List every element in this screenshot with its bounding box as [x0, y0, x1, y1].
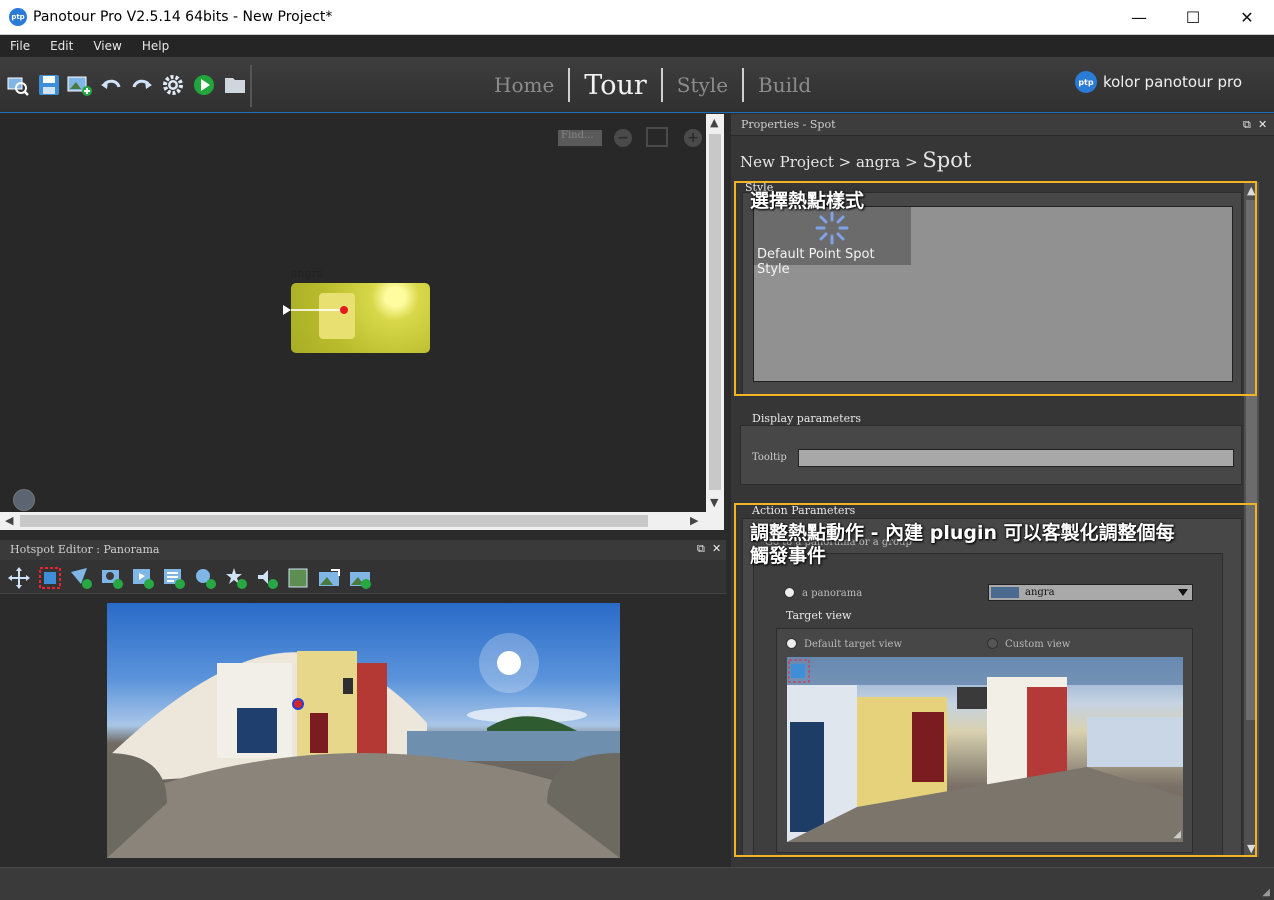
breadcrumb-current: Spot [922, 148, 972, 172]
hotspot-toolbar [0, 560, 726, 594]
folder-icon[interactable] [221, 71, 248, 98]
zoom-out-icon[interactable]: − [614, 129, 632, 147]
node-label: angra [291, 267, 324, 280]
tour-graph-canvas[interactable]: Find... − + angra [0, 114, 706, 512]
undock-icon[interactable]: ⧉ [697, 542, 705, 556]
menu-edit[interactable]: Edit [40, 39, 83, 53]
action-annotation-text-2: 觸發事件 [750, 545, 827, 567]
style-annotation-text: 選擇熱點樣式 [750, 190, 865, 212]
add-text-spot-icon[interactable] [161, 566, 187, 590]
search-panorama-icon[interactable] [4, 71, 31, 98]
scroll-left-icon[interactable]: ◀ [5, 514, 13, 527]
style-annotation-box [734, 181, 1257, 396]
panel-close-icon[interactable]: ✕ [712, 542, 721, 555]
properties-title: Properties - Spot [741, 118, 836, 131]
find-input[interactable]: Find... [558, 130, 602, 146]
add-photo-spot-icon[interactable] [99, 566, 125, 590]
app-logo-icon: ptp [9, 8, 27, 26]
tab-home[interactable]: Home [480, 73, 568, 97]
add-video-spot-icon[interactable] [130, 566, 156, 590]
play-icon[interactable] [190, 71, 217, 98]
add-polygon-spot-icon[interactable] [285, 566, 311, 590]
hotspot-editor-canvas[interactable] [0, 595, 726, 867]
display-group-label: Display parameters [752, 412, 862, 425]
zoom-in-icon[interactable]: + [684, 129, 702, 147]
undock-icon[interactable]: ⧉ [1243, 118, 1251, 132]
window-title: Panotour Pro V2.5.14 64bits - New Projec… [33, 9, 333, 25]
panel-close-icon[interactable]: ✕ [1258, 118, 1267, 131]
action-annotation-text-1: 調整熱點動作 - 內建 plugin 可以客製化調整個每 [750, 522, 1175, 544]
hotspot-editor-header: Hotspot Editor : Panorama ⧉ ✕ [0, 540, 726, 560]
scroll-right-icon[interactable]: ▶ [690, 514, 698, 527]
tab-style[interactable]: Style [663, 73, 742, 97]
breadcrumb-project[interactable]: New Project [740, 153, 834, 171]
toolbar-divider [250, 65, 252, 107]
menu-file[interactable]: File [0, 39, 40, 53]
add-point-spot-icon[interactable] [68, 566, 94, 590]
display-parameters-group: Tooltip [740, 425, 1242, 485]
undo-icon[interactable] [97, 71, 124, 98]
spot-marker[interactable] [340, 306, 348, 314]
save-icon[interactable] [35, 71, 62, 98]
kolor-logo-icon: ptp [1074, 71, 1097, 93]
node-thumbnail [319, 293, 355, 339]
workflow-tabs: Home Tour Style Build [480, 65, 825, 105]
brand: ptp kolor panotour pro [1074, 71, 1242, 93]
panorama-image[interactable] [107, 603, 620, 858]
breadcrumb: New Project > angra > Spot [740, 148, 971, 172]
graph-vertical-scrollbar[interactable]: ▲ ▼ [706, 114, 724, 512]
menu-bar: File Edit View Help [0, 35, 1274, 57]
move-select-icon[interactable] [6, 566, 32, 590]
maximize-button[interactable]: ☐ [1166, 0, 1220, 35]
tooltip-label: Tooltip [752, 452, 787, 463]
main-toolbar: Home Tour Style Build ptp kolor panotour… [0, 57, 1274, 113]
select-rectangle-icon[interactable] [37, 566, 63, 590]
start-arrow-icon [283, 305, 291, 315]
add-panorama-link-icon[interactable] [316, 566, 342, 590]
add-sound-spot-icon[interactable] [254, 566, 280, 590]
link-line [291, 309, 343, 311]
export-icon[interactable] [347, 566, 373, 590]
menu-view[interactable]: View [83, 39, 131, 53]
minimize-button[interactable]: — [1112, 0, 1166, 35]
tab-build[interactable]: Build [744, 73, 825, 97]
panorama-node[interactable] [291, 283, 430, 353]
resize-grip-icon[interactable]: ◢ [1262, 887, 1270, 898]
hotspot-editor-title: Hotspot Editor : Panorama [10, 543, 160, 556]
fit-view-icon[interactable] [646, 127, 668, 147]
scroll-down-icon[interactable]: ▼ [710, 496, 718, 509]
status-bar: ◢ [0, 867, 1274, 900]
settings-icon[interactable] [159, 71, 186, 98]
globe-icon[interactable] [13, 489, 35, 511]
scroll-thumb[interactable] [20, 515, 648, 527]
redo-icon[interactable] [128, 71, 155, 98]
scroll-up-icon[interactable]: ▲ [710, 116, 718, 129]
breadcrumb-separator: > [833, 153, 856, 171]
breadcrumb-panorama[interactable]: angra [856, 153, 900, 171]
brand-name: kolor panotour pro [1102, 73, 1242, 91]
tooltip-input[interactable] [798, 449, 1234, 467]
breadcrumb-separator: > [900, 153, 923, 171]
menu-help[interactable]: Help [132, 39, 179, 53]
add-star-spot-icon[interactable] [223, 566, 249, 590]
graph-horizontal-scrollbar[interactable]: ◀ ▶ [0, 512, 724, 530]
scroll-thumb[interactable] [709, 134, 721, 490]
add-panorama-icon[interactable] [66, 71, 93, 98]
add-zoom-spot-icon[interactable] [192, 566, 218, 590]
close-button[interactable]: ✕ [1220, 0, 1274, 35]
tab-tour[interactable]: Tour [570, 70, 660, 101]
window-title-bar: ptp Panotour Pro V2.5.14 64bits - New Pr… [0, 0, 1274, 35]
properties-header: Properties - Spot ⧉ ✕ [731, 114, 1274, 136]
